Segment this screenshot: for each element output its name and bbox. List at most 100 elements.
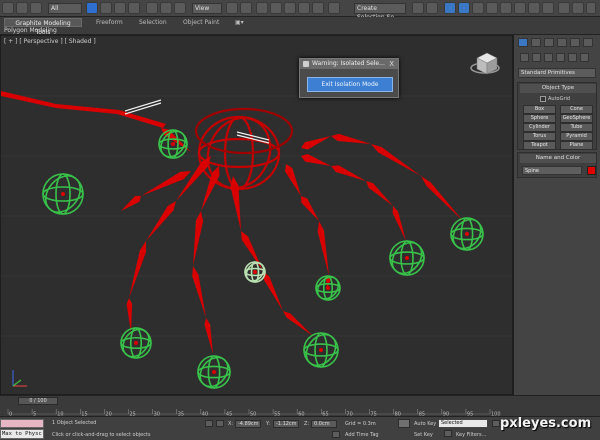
bone[interactable] [146, 201, 176, 241]
window-crossing-icon[interactable] [128, 2, 140, 14]
object-name-input[interactable] [522, 166, 582, 175]
object-color-swatch[interactable] [587, 166, 596, 175]
track-bar[interactable]: 0 5 10 15 20 25 30 35 40 45 50 55 60 65 70 75 80 85 90 95 10… [0, 396, 600, 417]
snap-icon[interactable] [270, 2, 282, 14]
render-setup-icon[interactable] [514, 2, 526, 14]
absolute-mode-icon[interactable] [216, 420, 224, 427]
maxscript-listener-output[interactable] [0, 419, 44, 428]
material-editor-icon[interactable] [500, 2, 512, 14]
time-tag-icon[interactable] [332, 431, 340, 438]
bone[interactable] [366, 181, 393, 206]
spinner-snap-icon[interactable] [312, 2, 324, 14]
autogrid-checkbox[interactable] [540, 96, 546, 102]
reference-coord-dropdown[interactable]: View [192, 3, 222, 14]
utilities-tab-icon[interactable] [583, 38, 593, 47]
link-icon[interactable] [16, 2, 28, 14]
graphite-tools-icon[interactable] [458, 2, 470, 14]
exit-isolation-mode-button[interactable]: Exit Isolation Mode [307, 77, 393, 92]
bone[interactable] [317, 221, 329, 276]
render-icon[interactable] [542, 2, 554, 14]
bone[interactable] [301, 196, 319, 221]
helper-sphere[interactable] [243, 260, 267, 285]
space-warps-icon[interactable] [580, 53, 589, 62]
cone-button[interactable]: Cone [560, 105, 593, 114]
align-icon[interactable] [426, 2, 438, 14]
plane-button[interactable]: Plane [560, 141, 593, 150]
sphere-button[interactable]: Sphere [523, 114, 556, 123]
teapot-render-icon[interactable] [572, 2, 584, 14]
helper-sphere[interactable] [118, 324, 155, 361]
undo-icon[interactable] [2, 2, 14, 14]
lights-icon[interactable] [544, 53, 553, 62]
motion-tab-icon[interactable] [557, 38, 567, 47]
torus-button[interactable]: Torus [523, 132, 556, 141]
bone[interactable] [192, 266, 206, 318]
mirror-icon[interactable] [412, 2, 424, 14]
lock-selection-icon[interactable] [205, 420, 213, 427]
timeline[interactable]: 0 / 100 0 5 10 15 20 25 30 35 40 45 50 55 60 65 70 75 80… [0, 395, 600, 417]
geosphere-button[interactable]: GeoSphere [560, 114, 593, 123]
key-filters-button[interactable]: Key Filters... [456, 432, 486, 438]
helper-sphere[interactable] [448, 214, 487, 254]
render-production-icon[interactable] [586, 2, 596, 14]
teapot-button[interactable]: Teapot [523, 141, 556, 150]
rect-selection-icon[interactable] [114, 2, 126, 14]
tube-button[interactable]: Tube [560, 123, 593, 132]
pyramid-button[interactable]: Pyramid [560, 132, 593, 141]
helper-sphere[interactable] [195, 352, 234, 392]
shapes-icon[interactable] [532, 53, 541, 62]
cylinder-button[interactable]: Cylinder [523, 123, 556, 132]
bone[interactable] [129, 241, 147, 298]
edit-named-selection-icon[interactable] [328, 2, 340, 14]
rendered-frame-icon[interactable] [528, 2, 540, 14]
bone[interactable] [371, 144, 421, 176]
bone[interactable] [126, 298, 133, 332]
set-key-button[interactable]: Set Key [414, 432, 433, 438]
helper-spheres[interactable] [39, 127, 487, 392]
z-coord-field[interactable]: 0.0cm [311, 420, 337, 428]
selection-filter-dropdown[interactable]: All [48, 3, 82, 14]
scene-canvas[interactable] [1, 36, 513, 395]
ribbon-options-icon[interactable]: ▣▾ [232, 18, 247, 27]
key-filter-icon[interactable] [444, 430, 452, 437]
y-coord-field[interactable]: -1.12cm [273, 420, 299, 428]
object-type-header[interactable]: Object Type [520, 84, 596, 93]
helper-sphere[interactable] [39, 169, 88, 219]
schematic-view-icon[interactable] [486, 2, 498, 14]
cameras-icon[interactable] [556, 53, 565, 62]
bone[interactable] [121, 195, 141, 211]
tab-object-paint[interactable]: Object Paint [180, 18, 222, 27]
bone[interactable] [263, 271, 283, 311]
helper-sphere[interactable] [300, 329, 341, 371]
maxscript-listener-input[interactable]: Max to Physc [0, 429, 44, 439]
bone[interactable] [230, 176, 241, 231]
tab-freeform[interactable]: Freeform [93, 18, 126, 27]
select-by-name-icon[interactable] [100, 2, 112, 14]
render-iterative-icon[interactable] [558, 2, 570, 14]
create-tab-icon[interactable] [518, 38, 528, 47]
helpers-icon[interactable] [568, 53, 577, 62]
keyboard-shortcut-icon[interactable] [256, 2, 268, 14]
bone[interactable] [285, 164, 301, 196]
close-icon[interactable]: X [389, 60, 394, 68]
dialog-title[interactable]: Warning: Isolated Sele... [300, 59, 398, 69]
bone[interactable] [283, 311, 313, 336]
angle-snap-icon[interactable] [284, 2, 296, 14]
manipulate-icon[interactable] [240, 2, 252, 14]
select-object-icon[interactable] [86, 2, 98, 14]
add-time-tag-button[interactable]: Add Time Tag [345, 432, 379, 438]
hierarchy-tab-icon[interactable] [544, 38, 554, 47]
bone[interactable] [331, 165, 366, 181]
bone[interactable] [421, 176, 463, 221]
tab-graphite-modeling-tools[interactable]: Graphite Modeling Tools [4, 18, 82, 36]
bone[interactable] [193, 211, 204, 266]
layer-manager-icon[interactable] [444, 2, 456, 14]
bone[interactable] [331, 133, 371, 144]
named-selection-dropdown[interactable]: Create Selection Se [354, 3, 406, 21]
key-mode-dropdown[interactable]: Selected [438, 419, 488, 428]
x-coord-field[interactable]: -4.89cm [235, 420, 261, 428]
display-tab-icon[interactable] [570, 38, 580, 47]
helper-sphere[interactable] [313, 273, 342, 303]
bone[interactable] [392, 206, 406, 241]
helper-sphere[interactable] [386, 237, 427, 279]
